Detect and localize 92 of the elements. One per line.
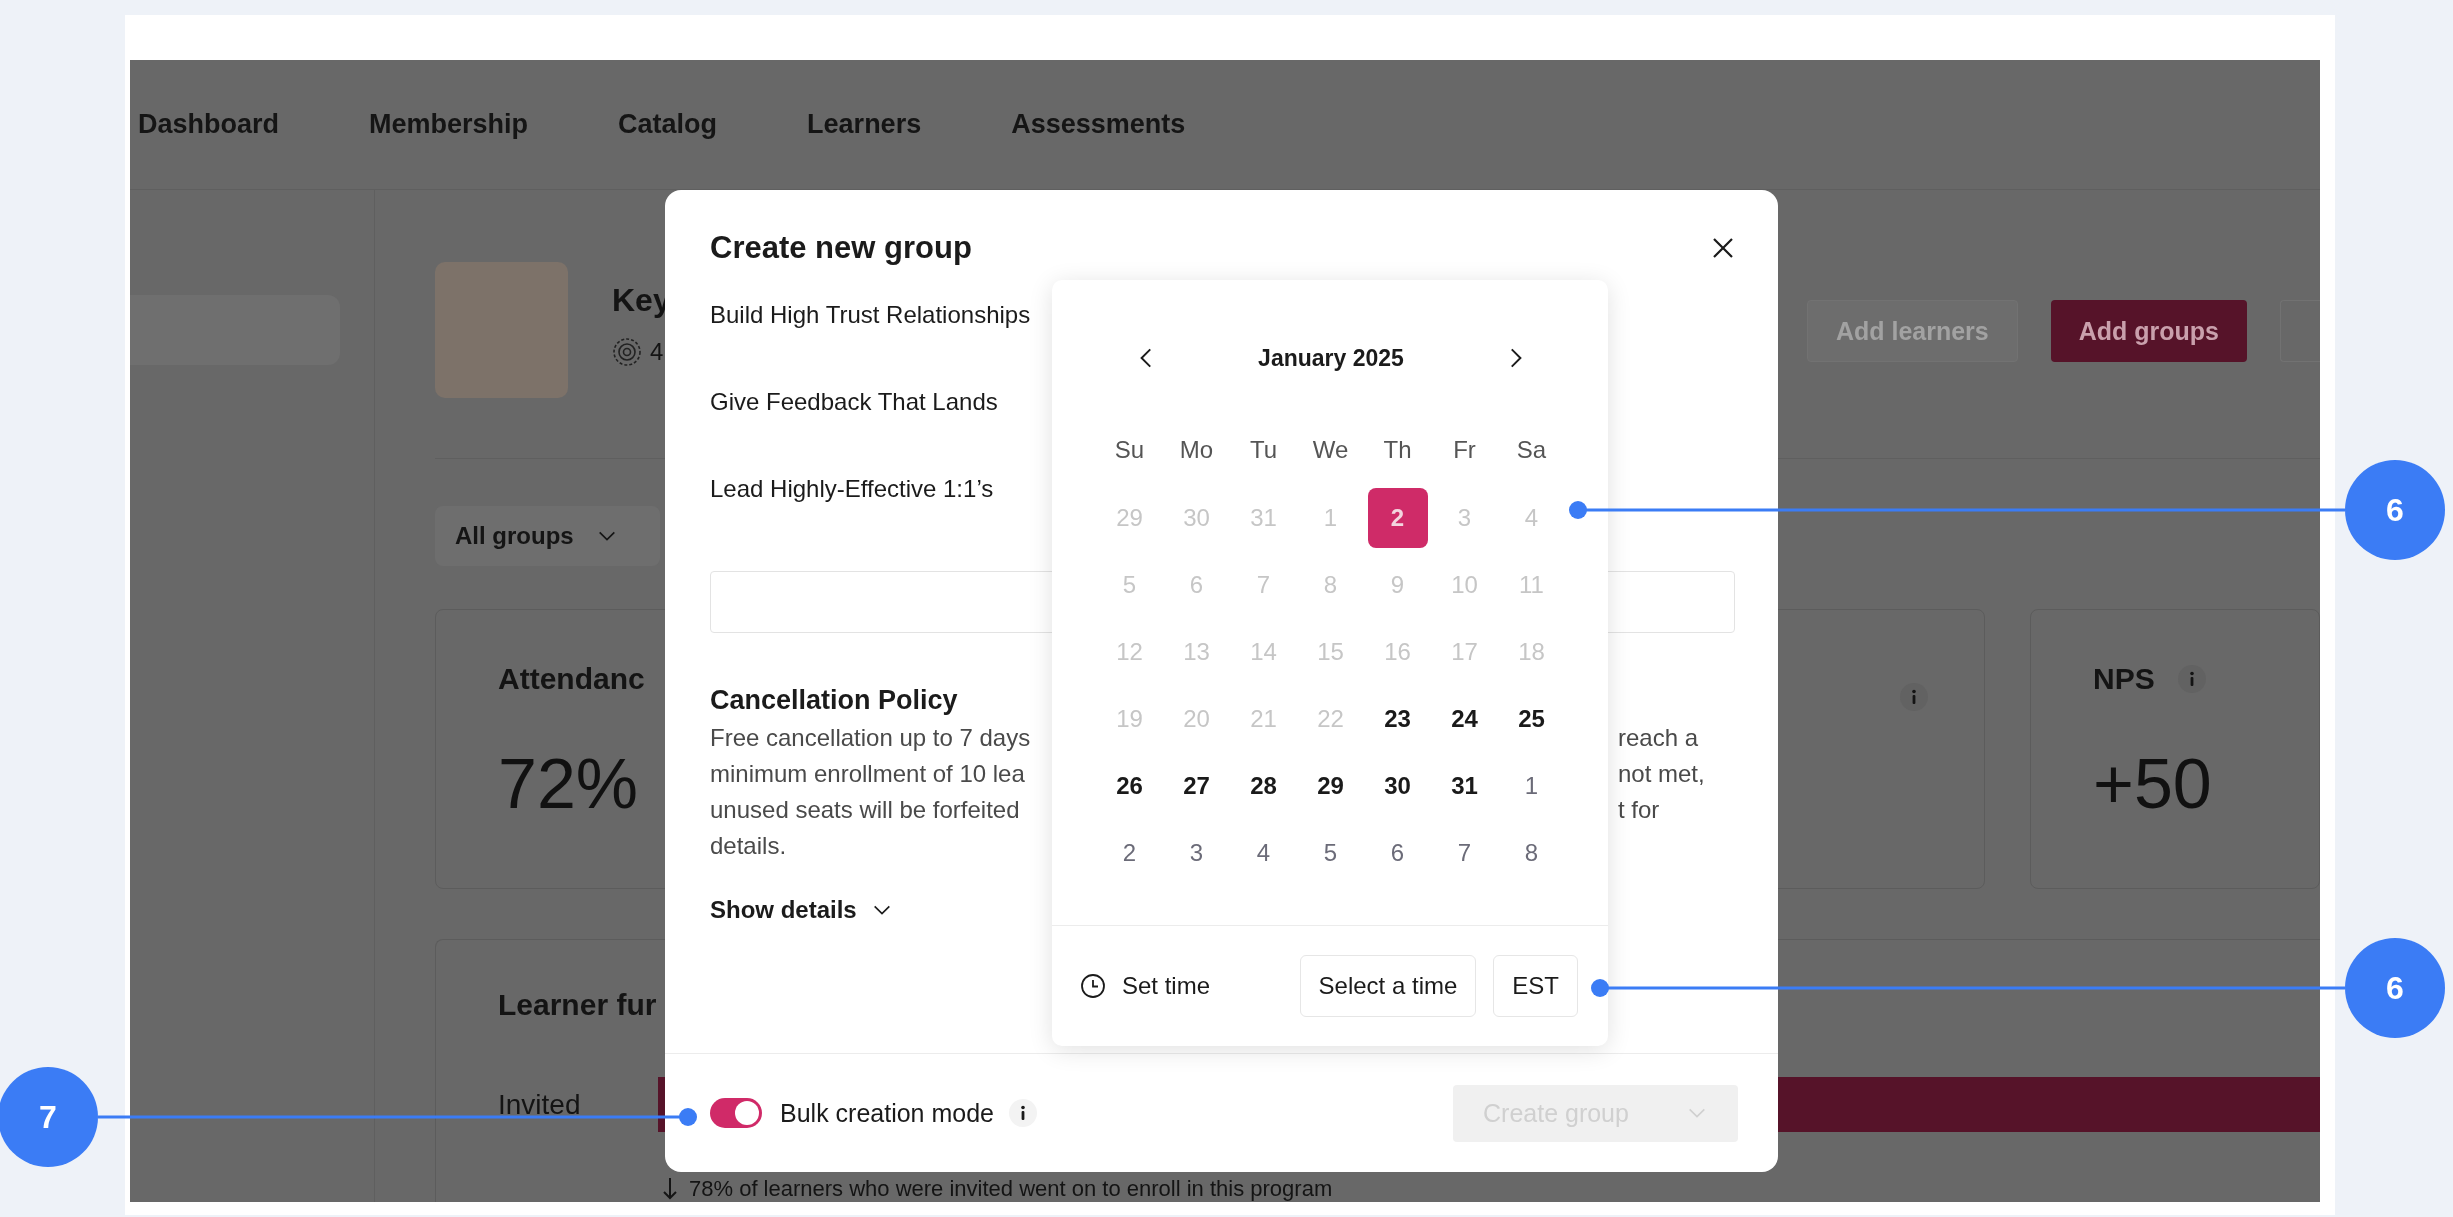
weekday-label: Mo xyxy=(1178,435,1215,465)
calendar-day[interactable]: 12 xyxy=(1099,621,1160,682)
calendar-day[interactable]: 5 xyxy=(1099,554,1160,615)
arrow-down-icon xyxy=(663,1178,677,1200)
calendar-day[interactable]: 7 xyxy=(1434,822,1495,883)
calendar-day[interactable]: 30 xyxy=(1367,755,1428,816)
time-select-button[interactable]: Select a time xyxy=(1299,955,1477,1017)
calendar-day[interactable]: 23 xyxy=(1367,688,1428,749)
info-icon xyxy=(2176,664,2207,694)
info-icon xyxy=(1899,682,1929,712)
policy-text: not met, xyxy=(1618,759,1706,789)
calendar-day[interactable]: 27 xyxy=(1166,755,1227,816)
calendar-day[interactable]: 6 xyxy=(1367,822,1428,883)
calendar-day[interactable]: 29 xyxy=(1099,487,1160,548)
calendar-day[interactable]: 3 xyxy=(1166,822,1227,883)
calendar-day[interactable]: 18 xyxy=(1501,621,1562,682)
toggle-label: Bulk creation mode xyxy=(780,1098,994,1128)
course-name: Build High Trust Relationships xyxy=(710,300,1032,330)
program-meta: 4 xyxy=(650,338,664,366)
calendar-day[interactable]: 11 xyxy=(1501,554,1562,615)
nav-link[interactable]: Dashboard xyxy=(138,109,280,140)
calendar-day[interactable]: 28 xyxy=(1233,755,1294,816)
policy-text: details. xyxy=(710,831,788,861)
calendar-day[interactable]: 30 xyxy=(1166,487,1227,548)
policy-text: unused seats will be forfeited xyxy=(710,795,1021,825)
target-icon xyxy=(612,337,642,367)
calendar-day[interactable]: 21 xyxy=(1233,688,1294,749)
info-icon xyxy=(1008,1098,1038,1128)
weekday-label: Sa xyxy=(1515,435,1548,465)
calendar-day[interactable]: 3 xyxy=(1434,487,1495,548)
calendar-day[interactable]: 29 xyxy=(1300,755,1361,816)
calendar-day[interactable]: 2 xyxy=(1367,487,1428,548)
calendar-day[interactable]: 31 xyxy=(1434,755,1495,816)
calendar-day[interactable]: 1 xyxy=(1300,487,1361,548)
calendar-day[interactable]: 5 xyxy=(1300,822,1361,883)
calendar-day[interactable]: 8 xyxy=(1300,554,1361,615)
course-name: Give Feedback That Lands xyxy=(710,387,999,417)
calendar-day[interactable]: 6 xyxy=(1166,554,1227,615)
funnel-title: Learner fur xyxy=(498,988,658,1022)
stat-title: NPS xyxy=(2093,662,2155,696)
add-button[interactable]: Add groups xyxy=(2050,300,2247,362)
calendar-day[interactable]: 9 xyxy=(1367,554,1428,615)
calendar-day[interactable]: 31 xyxy=(1233,487,1294,548)
calendar-day[interactable]: 17 xyxy=(1434,621,1495,682)
nav-link[interactable]: Catalog xyxy=(618,109,718,140)
weekday-label: Th xyxy=(1382,435,1413,465)
nav-link[interactable]: Assessments xyxy=(1011,109,1186,140)
policy-title: Cancellation Policy xyxy=(710,684,959,717)
calendar-day[interactable]: 16 xyxy=(1367,621,1428,682)
funnel-note: 78% of learners who were invited went on to enroll in this program xyxy=(689,1176,1333,1202)
dialog-title: Create new group xyxy=(710,230,972,266)
calendar-day[interactable]: 10 xyxy=(1434,554,1495,615)
calendar-day[interactable]: 15 xyxy=(1300,621,1361,682)
calendar-day[interactable]: 20 xyxy=(1166,688,1227,749)
calendar-day[interactable]: 2 xyxy=(1099,822,1160,883)
calendar-day[interactable]: 1 xyxy=(1501,755,1562,816)
timezone-button[interactable]: EST xyxy=(1493,955,1578,1017)
filter-dropdown[interactable]: All groups xyxy=(435,506,660,566)
calendar-day[interactable]: 13 xyxy=(1166,621,1227,682)
stat-value: 72% xyxy=(498,744,639,824)
weekday-label: Fr xyxy=(1452,435,1477,465)
weekday-label: Su xyxy=(1113,435,1146,465)
calendar-day[interactable]: 24 xyxy=(1434,688,1495,749)
nav-link[interactable]: Learners xyxy=(807,109,922,140)
policy-text: minimum enrollment of 10 lea xyxy=(710,759,1026,789)
calendar-day[interactable]: 7 xyxy=(1233,554,1294,615)
calendar-day[interactable]: 25 xyxy=(1501,688,1562,749)
nav-link[interactable]: Membership xyxy=(369,109,529,140)
callout-badge: 7 xyxy=(0,1067,98,1167)
stat-value: +50 xyxy=(2093,744,2212,824)
calendar-day[interactable]: 4 xyxy=(1233,822,1294,883)
show-details-button[interactable]: Show details xyxy=(710,896,893,924)
calendar-day[interactable]: 19 xyxy=(1099,688,1160,749)
toggle-switch[interactable] xyxy=(710,1098,762,1128)
month-title: January 2025 xyxy=(1258,344,1404,372)
set-time-button[interactable]: Set time xyxy=(1080,972,1211,1000)
funnel-label: Invited xyxy=(498,1088,582,1121)
policy-text: Free cancellation up to 7 days xyxy=(710,723,1032,753)
calendar-day[interactable]: 8 xyxy=(1501,822,1562,883)
calendar-day[interactable]: 4 xyxy=(1501,487,1562,548)
weekday-label: We xyxy=(1311,435,1350,465)
calendar-day[interactable]: 14 xyxy=(1233,621,1294,682)
calendar-day[interactable]: 22 xyxy=(1300,688,1361,749)
clock-icon xyxy=(1080,973,1106,999)
weekday-label: Tu xyxy=(1248,435,1279,465)
policy-text: reach a xyxy=(1618,723,1700,753)
policy-text: t for xyxy=(1618,795,1661,825)
stat-title: Attendanc xyxy=(498,662,645,696)
course-name: Lead Highly-Effective 1:1’s xyxy=(710,474,995,504)
callout-badge: 6 xyxy=(2345,938,2445,1038)
callout-badge: 6 xyxy=(2345,460,2445,560)
calendar-day[interactable]: 26 xyxy=(1099,755,1160,816)
